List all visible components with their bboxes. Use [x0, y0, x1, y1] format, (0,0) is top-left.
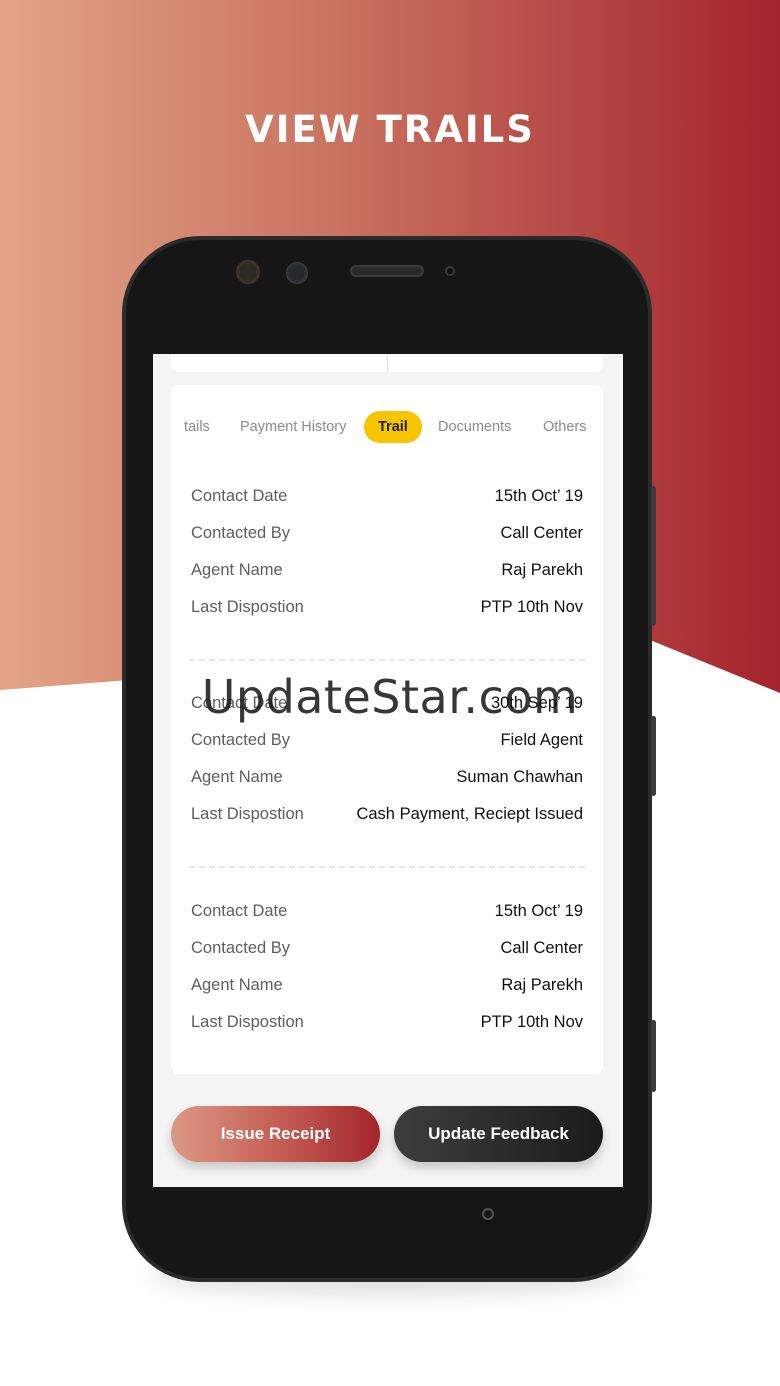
trail-entry: Contact Date 15th Oct’ 19 Contacted By C…: [191, 902, 583, 1050]
contact-date-value: 15th Oct’ 19: [494, 487, 583, 505]
trail-row: Contact Date 15th Oct’ 19: [191, 902, 583, 939]
app-screen: tails Payment History Trail Documents Ot…: [153, 354, 623, 1187]
last-disposition-label: Last Dispostion: [191, 1013, 304, 1031]
contacted-by-label: Contacted By: [191, 731, 291, 749]
last-disposition-value: Cash Payment, Reciept Issued: [356, 805, 583, 823]
contact-date-label: Contact Date: [191, 902, 288, 920]
last-disposition-label: Last Dispostion: [191, 805, 304, 823]
home-indicator: [482, 1208, 494, 1220]
trail-list: Contact Date 15th Oct’ 19 Contacted By C…: [171, 465, 603, 1074]
trail-row: Contact Date 15th Oct’ 19: [191, 487, 583, 524]
trail-entry: Contact Date 15th Oct’ 19 Contacted By C…: [191, 487, 583, 635]
trail-row: Contacted By Call Center: [191, 939, 583, 976]
contacted-by-label: Contacted By: [191, 524, 291, 542]
watermark-text: UpdateStar.com: [201, 670, 579, 724]
earpiece-speaker: [350, 265, 424, 277]
trail-row: Last Dispostion Cash Payment, Reciept Is…: [191, 805, 583, 842]
phone-side-button: [651, 716, 656, 796]
trail-row: Last Dispostion PTP 10th Nov: [191, 598, 583, 635]
card-divider: [387, 354, 388, 372]
trail-row: Agent Name Raj Parekh: [191, 976, 583, 1013]
page-headline: VIEW TRAILS: [245, 108, 535, 151]
trail-row: Contacted By Field Agent: [191, 731, 583, 768]
agent-name-value: Suman Chawhan: [456, 768, 583, 786]
last-disposition-value: PTP 10th Nov: [480, 1013, 583, 1031]
front-camera: [236, 260, 260, 284]
contacted-by-value: Call Center: [500, 524, 583, 542]
tab-bar: tails Payment History Trail Documents Ot…: [171, 385, 603, 465]
contacted-by-value: Call Center: [500, 939, 583, 957]
proximity-sensor: [445, 266, 455, 276]
tab-details[interactable]: tails: [184, 419, 210, 435]
tab-payment-history[interactable]: Payment History: [240, 419, 346, 435]
contacted-by-label: Contacted By: [191, 939, 291, 957]
issue-receipt-button[interactable]: Issue Receipt: [171, 1106, 380, 1162]
last-disposition-label: Last Dispostion: [191, 598, 304, 616]
agent-name-value: Raj Parekh: [501, 561, 583, 579]
contact-date-value: 15th Oct’ 19: [494, 902, 583, 920]
tab-trail[interactable]: Trail: [364, 411, 422, 443]
agent-name-label: Agent Name: [191, 561, 283, 579]
trail-row: Agent Name Raj Parekh: [191, 561, 583, 598]
agent-name-value: Raj Parekh: [501, 976, 583, 994]
phone-side-button: [651, 1020, 656, 1092]
trail-row: Last Dispostion PTP 10th Nov: [191, 1013, 583, 1050]
last-disposition-value: PTP 10th Nov: [480, 598, 583, 616]
tab-documents[interactable]: Documents: [438, 419, 511, 435]
contact-date-label: Contact Date: [191, 487, 288, 505]
update-feedback-button[interactable]: Update Feedback: [394, 1106, 603, 1162]
tab-others[interactable]: Others: [543, 419, 587, 435]
trail-row: Contacted By Call Center: [191, 524, 583, 561]
agent-name-label: Agent Name: [191, 976, 283, 994]
dashed-divider: [189, 659, 585, 661]
trail-row: Agent Name Suman Chawhan: [191, 768, 583, 805]
phone-side-button: [651, 486, 656, 626]
contacted-by-value: Field Agent: [500, 731, 583, 749]
front-sensor: [286, 262, 308, 284]
summary-card: [171, 354, 603, 372]
agent-name-label: Agent Name: [191, 768, 283, 786]
dashed-divider: [189, 866, 585, 868]
